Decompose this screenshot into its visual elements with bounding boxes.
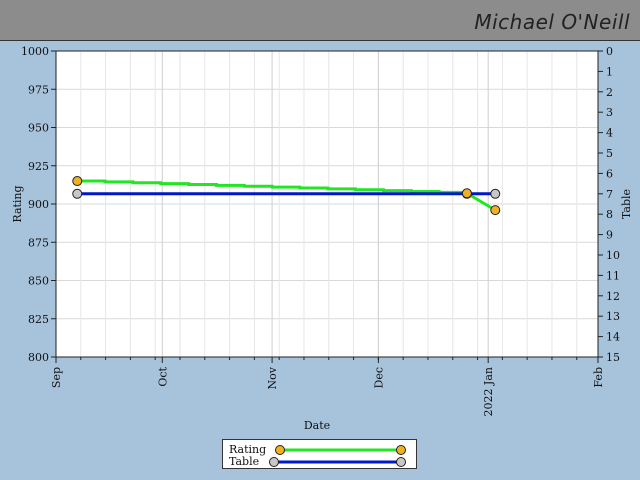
y-left-tick-label: 825 (28, 313, 49, 326)
series-marker-rating (72, 176, 83, 187)
y-left-tick-label: 900 (28, 198, 49, 211)
y-right-tick-label: 7 (606, 188, 613, 201)
legend-marker-rating (396, 445, 406, 455)
y-right-tick-label: 9 (606, 229, 613, 242)
x-tick-label: Sep (50, 367, 63, 388)
y-left-tick-label: 950 (28, 122, 49, 135)
y-left-tick-label: 875 (28, 236, 49, 249)
y-right-tick-label: 11 (606, 269, 620, 282)
series-marker-table (490, 188, 501, 199)
y-right-axis-label: Table (620, 189, 633, 219)
chart-svg: 8008258508759009259509751000 012345678910… (11, 45, 633, 432)
y-right-tick-label: 8 (606, 208, 613, 221)
y-right-tick-label: 15 (606, 351, 620, 364)
y-right-tick-label: 1 (606, 65, 613, 78)
y-left-tick-label: 975 (28, 83, 49, 96)
y-left-tick-label: 1000 (21, 45, 49, 58)
y-right-tick-label: 4 (606, 127, 613, 140)
series-marker-table (72, 188, 83, 199)
legend-marker-rating (275, 445, 285, 455)
x-tick-label: Feb (592, 367, 605, 388)
x-tick-label: Nov (266, 366, 279, 389)
y-right-tick-label: 6 (606, 167, 613, 180)
y-right-tick-label: 13 (606, 310, 620, 323)
y-left-tick-label: 850 (28, 275, 49, 288)
legend-swatches (269, 445, 406, 467)
y-right-tick-label: 10 (606, 249, 620, 262)
legend: Rating Table (222, 439, 417, 469)
x-tick-label: Dec (372, 367, 385, 389)
x-axis-label: Date (304, 419, 330, 432)
rating-chart-page: Michael O'Neill 800 825 850 875 900 925 950 975… (0, 0, 640, 480)
y-left-tick-label: 925 (28, 160, 49, 173)
legend-marker-table (269, 457, 279, 467)
y-right-tick-label: 5 (606, 147, 613, 160)
y-right-tick-label: 2 (606, 86, 613, 99)
series-marker-rating (461, 188, 472, 199)
series-marker-rating (490, 205, 501, 216)
y-right-tick-label: 14 (606, 331, 620, 344)
legend-marker-table (396, 457, 406, 467)
y-right-tick-label: 0 (606, 45, 613, 58)
y-left-axis-label: Rating (11, 185, 24, 222)
x-tick-label: 2022 Jan (482, 367, 495, 417)
y-right-tick-label: 12 (606, 290, 620, 303)
y-left-tick-label: 800 (28, 351, 49, 364)
x-tick-label: Oct (156, 366, 169, 386)
y-right-tick-label: 3 (606, 106, 613, 119)
